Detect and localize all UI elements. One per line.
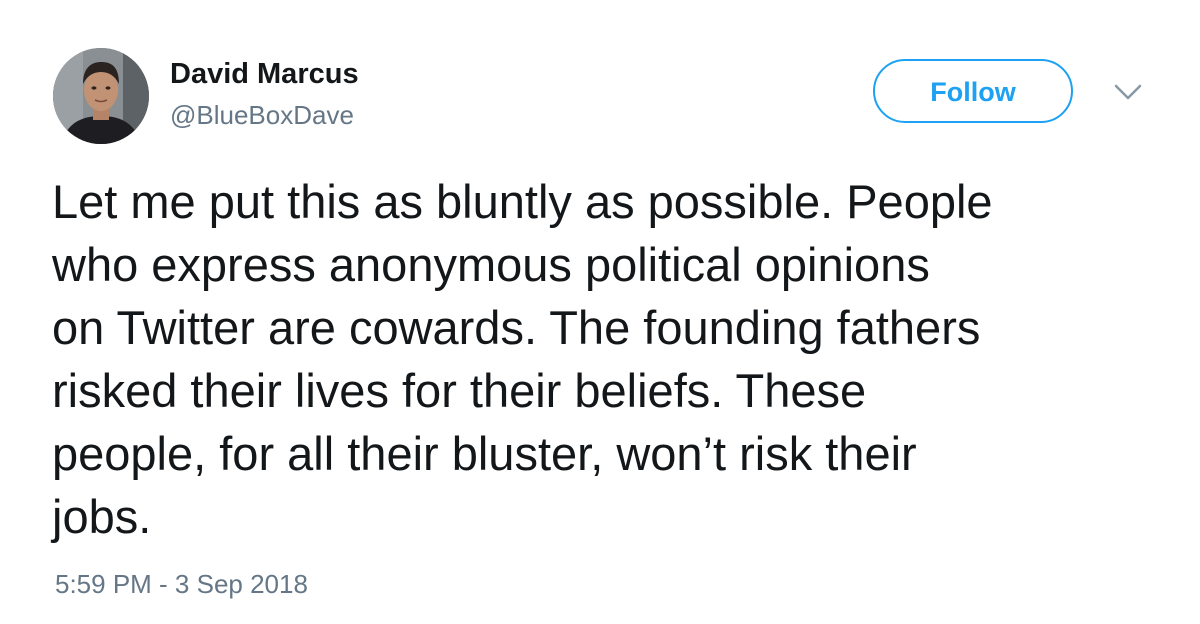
tweet-text-line: Let me put this as bluntly as possible. … — [52, 175, 993, 228]
tweet-timestamp[interactable]: 5:59 PM - 3 Sep 2018 — [55, 568, 308, 600]
tweet-text: Let me put this as bluntly as possible. … — [52, 170, 1162, 548]
tweet-text-line: people, for all their bluster, won’t ris… — [52, 427, 917, 480]
avatar[interactable] — [53, 48, 149, 144]
chevron-down-icon[interactable] — [1110, 80, 1146, 104]
tweet-card: David Marcus @BlueBoxDave Follow Let me … — [0, 0, 1200, 624]
tweet-text-line: jobs. — [52, 490, 152, 543]
tweet-text-line: on Twitter are cowards. The founding fat… — [52, 301, 981, 354]
tweet-text-line: risked their lives for their beliefs. Th… — [52, 364, 867, 417]
author-handle[interactable]: @BlueBoxDave — [170, 99, 354, 131]
tweet-text-line: who express anonymous political opinions — [52, 238, 930, 291]
avatar-image — [53, 48, 149, 144]
follow-button[interactable]: Follow — [873, 59, 1073, 123]
author-display-name[interactable]: David Marcus — [170, 57, 359, 91]
